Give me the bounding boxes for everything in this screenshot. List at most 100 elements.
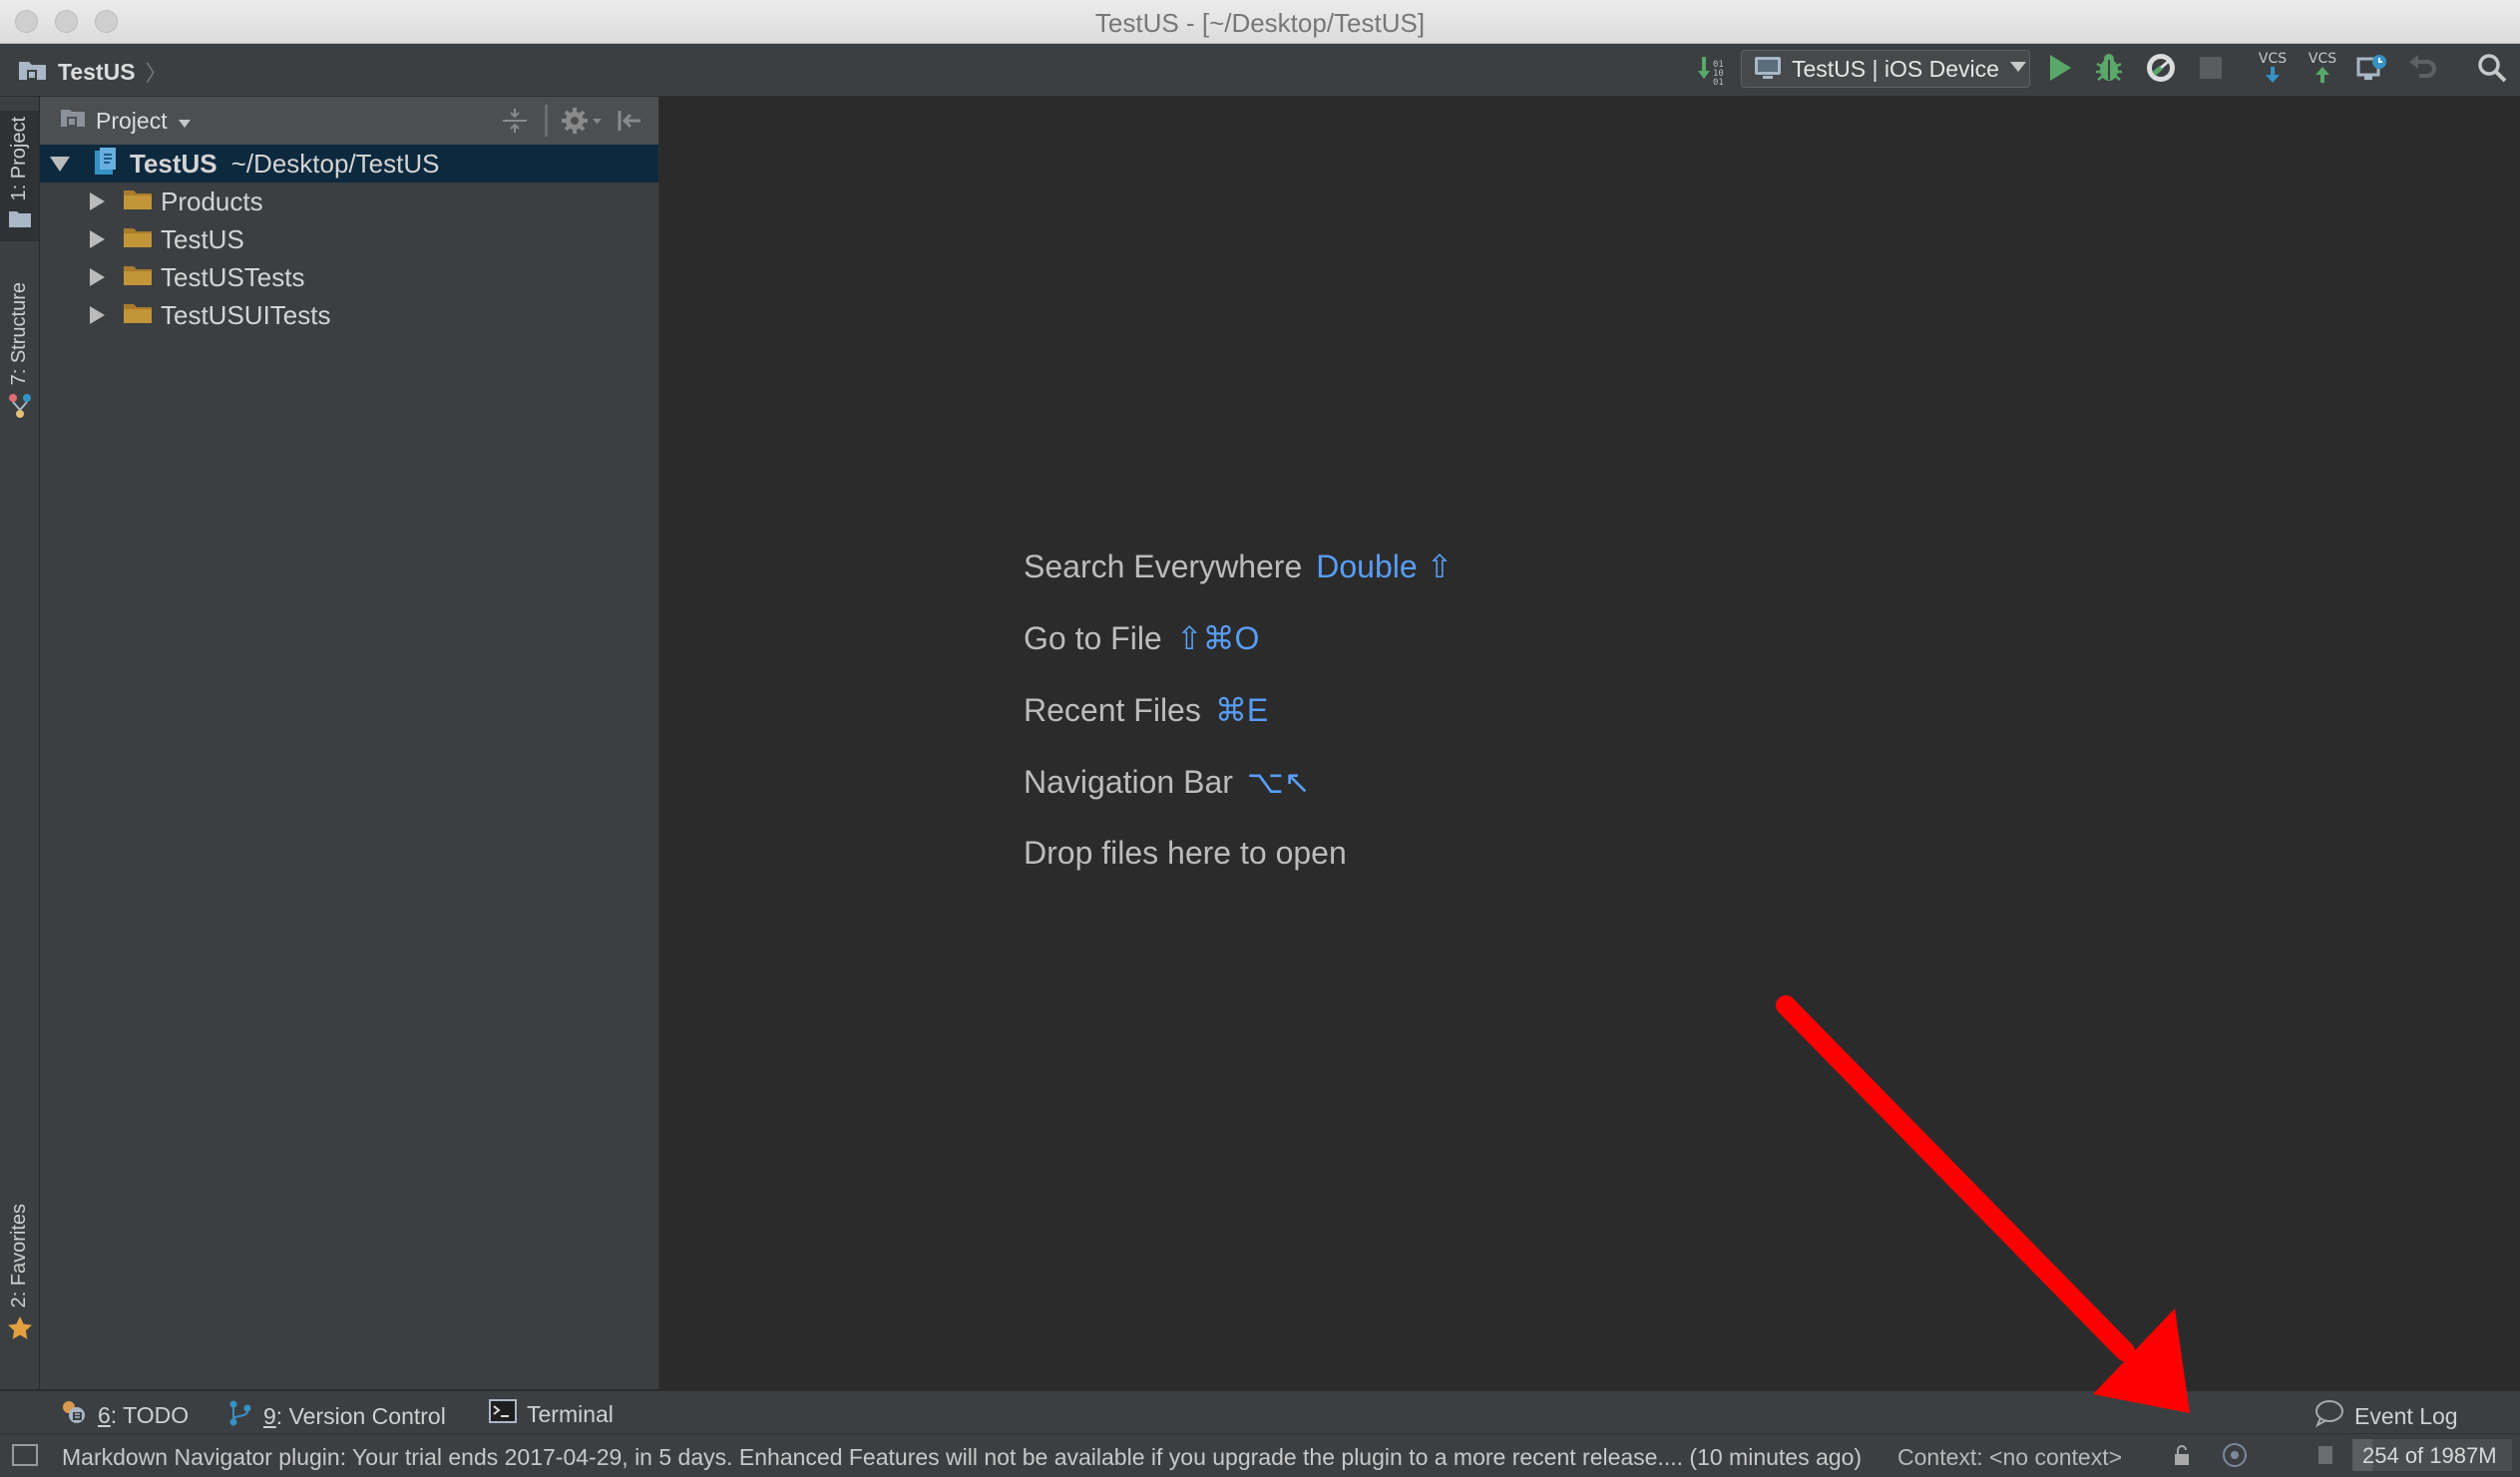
tree-item-label: TestUSTests bbox=[161, 261, 305, 292]
hint-label: Search Everywhere bbox=[1024, 549, 1303, 584]
project-tool-window: Project TestUS ~/Desktop/TestUS Products… bbox=[40, 97, 659, 1389]
inspector-icon bbox=[2219, 1443, 2251, 1472]
project-tab-label: 1: Project bbox=[8, 117, 30, 201]
event-log-tool-window-button[interactable]: Event Log bbox=[2314, 1399, 2458, 1433]
tree-item-products[interactable]: Products bbox=[40, 183, 658, 220]
tree-item-testusuitests[interactable]: TestUSUITests bbox=[40, 296, 658, 334]
read-only-toggle[interactable] bbox=[2173, 1444, 2191, 1471]
tree-item-testustests[interactable]: TestUSTests bbox=[40, 258, 658, 296]
search-icon bbox=[2477, 53, 2507, 88]
project-view-selector[interactable]: Project bbox=[60, 107, 192, 135]
tree-item-label: TestUS bbox=[130, 148, 217, 179]
vcs-update-label: VCS bbox=[2258, 50, 2288, 67]
svg-text:01: 01 bbox=[1713, 78, 1724, 85]
background-tasks-button[interactable] bbox=[2316, 1444, 2334, 1471]
breadcrumb-project[interactable]: TestUS bbox=[58, 59, 136, 86]
tree-item-root[interactable]: TestUS ~/Desktop/TestUS bbox=[40, 145, 658, 183]
vcs-commit-button[interactable]: VCS bbox=[2305, 50, 2340, 87]
version-control-label: : Version Control bbox=[275, 1402, 446, 1429]
tree-item-label: TestUS bbox=[161, 223, 244, 254]
version-control-tool-window-button[interactable]: 9: Version Control bbox=[227, 1399, 446, 1433]
breadcrumb[interactable]: TestUS 〉 bbox=[18, 56, 168, 88]
chevron-down-icon bbox=[178, 108, 192, 135]
star-icon bbox=[7, 1315, 33, 1346]
vcs-commit-label: VCS bbox=[2308, 50, 2337, 67]
expand-arrow-icon[interactable] bbox=[90, 268, 105, 286]
todo-icon bbox=[60, 1399, 88, 1431]
memory-usage-label: 254 of 1987M bbox=[2362, 1443, 2497, 1468]
version-control-icon bbox=[227, 1399, 253, 1433]
status-message[interactable]: Markdown Navigator plugin: Your trial en… bbox=[62, 1444, 1862, 1471]
left-tool-window-stripe: 1: Project 7: Structure 2: Favorites bbox=[0, 97, 40, 1389]
project-view-label: Project bbox=[96, 107, 168, 134]
gear-icon bbox=[561, 108, 603, 139]
folder-icon bbox=[123, 263, 153, 292]
folder-icon bbox=[123, 187, 153, 216]
project-tree: TestUS ~/Desktop/TestUS Products TestUS … bbox=[40, 145, 658, 334]
tree-item-testus[interactable]: TestUS bbox=[40, 220, 658, 258]
bottom-tool-window-stripe: 6: TODO 9: Version Control Terminal Even… bbox=[0, 1390, 2520, 1433]
favorites-tab-label: 2: Favorites bbox=[8, 1204, 30, 1308]
folder-icon bbox=[123, 225, 153, 254]
breadcrumb-separator-icon: 〉 bbox=[145, 61, 168, 86]
hint-shortcut: ⌘E bbox=[1214, 692, 1269, 728]
event-log-label: Event Log bbox=[2354, 1402, 2458, 1429]
tree-item-label: Products bbox=[161, 185, 263, 216]
debug-icon bbox=[2093, 52, 2125, 89]
context-indicator[interactable]: Context: <no context> bbox=[1897, 1444, 2122, 1471]
search-everywhere-button[interactable] bbox=[2474, 53, 2510, 87]
revert-button[interactable] bbox=[2404, 53, 2440, 87]
stop-icon bbox=[2198, 55, 2224, 86]
tree-item-path: ~/Desktop/TestUS bbox=[230, 148, 440, 179]
expand-arrow-icon[interactable] bbox=[90, 230, 105, 248]
run-configuration-selector[interactable]: TestUS | iOS Device bbox=[1741, 50, 2030, 88]
header-divider bbox=[545, 105, 548, 137]
debug-button[interactable] bbox=[2091, 53, 2127, 87]
toggle-tool-windows-button[interactable] bbox=[12, 1444, 38, 1466]
editor-area[interactable]: Search Everywhere Double ⇧ Go to File ⇧⌘O … bbox=[659, 97, 2520, 1389]
settings-button[interactable] bbox=[561, 107, 603, 140]
memory-indicator[interactable]: 254 of 1987M bbox=[2352, 1439, 2512, 1471]
todo-tool-window-button[interactable]: 6: TODO bbox=[60, 1399, 189, 1431]
tasks-icon bbox=[2316, 1446, 2334, 1470]
hint-drop-files: Drop files here to open bbox=[1024, 835, 1347, 872]
expand-arrow-icon[interactable] bbox=[50, 156, 70, 172]
collapse-all-icon bbox=[501, 109, 529, 139]
vcs-update-button[interactable]: VCS bbox=[2255, 50, 2291, 89]
structure-tab-label: 7: Structure bbox=[8, 282, 30, 386]
terminal-label: Terminal bbox=[527, 1400, 614, 1427]
hint-label: Drop files here to open bbox=[1024, 835, 1347, 871]
inspection-profile-button[interactable] bbox=[2219, 1442, 2251, 1473]
hint-shortcut: ⇧⌘O bbox=[1175, 620, 1260, 656]
xcode-project-icon bbox=[92, 147, 118, 182]
speech-bubble-icon bbox=[2314, 1399, 2344, 1433]
navigation-bar: TestUS 〉 01 10 01 TestUS | iOS Device VCS … bbox=[0, 44, 2520, 97]
hint-label: Recent Files bbox=[1024, 692, 1201, 728]
project-view-icon bbox=[60, 107, 86, 135]
hide-panel-button[interactable] bbox=[617, 107, 642, 140]
expand-arrow-icon[interactable] bbox=[90, 192, 105, 210]
tree-item-label: TestUSUITests bbox=[161, 299, 331, 330]
ios-device-icon bbox=[1754, 54, 1782, 85]
project-tab-icon bbox=[8, 208, 32, 235]
terminal-icon bbox=[489, 1399, 517, 1429]
structure-tool-window-button[interactable]: 7: Structure bbox=[0, 282, 39, 424]
todo-shortcut-number: 6 bbox=[98, 1401, 111, 1428]
run-icon bbox=[2047, 53, 2073, 88]
terminal-tool-window-button[interactable]: Terminal bbox=[489, 1399, 614, 1429]
expand-arrow-icon[interactable] bbox=[90, 306, 105, 324]
todo-label: : TODO bbox=[110, 1401, 190, 1428]
vcs-update-project-icon[interactable]: 01 10 01 bbox=[1696, 53, 1728, 87]
profile-button[interactable] bbox=[2143, 53, 2179, 87]
vcs-history-button[interactable] bbox=[2354, 53, 2390, 87]
stop-button[interactable] bbox=[2195, 53, 2227, 87]
version-control-shortcut-number: 9 bbox=[263, 1402, 276, 1429]
folder-icon bbox=[123, 301, 153, 330]
run-button[interactable] bbox=[2043, 53, 2077, 87]
run-configuration-label: TestUS | iOS Device bbox=[1792, 55, 1999, 82]
hint-search-everywhere: Search Everywhere Double ⇧ bbox=[1024, 548, 1453, 585]
project-tool-window-button[interactable]: 1: Project bbox=[0, 111, 39, 242]
collapse-all-button[interactable] bbox=[501, 107, 529, 140]
favorites-tool-window-button[interactable]: 2: Favorites bbox=[0, 1204, 39, 1346]
vcs-update-icon bbox=[2263, 66, 2283, 89]
